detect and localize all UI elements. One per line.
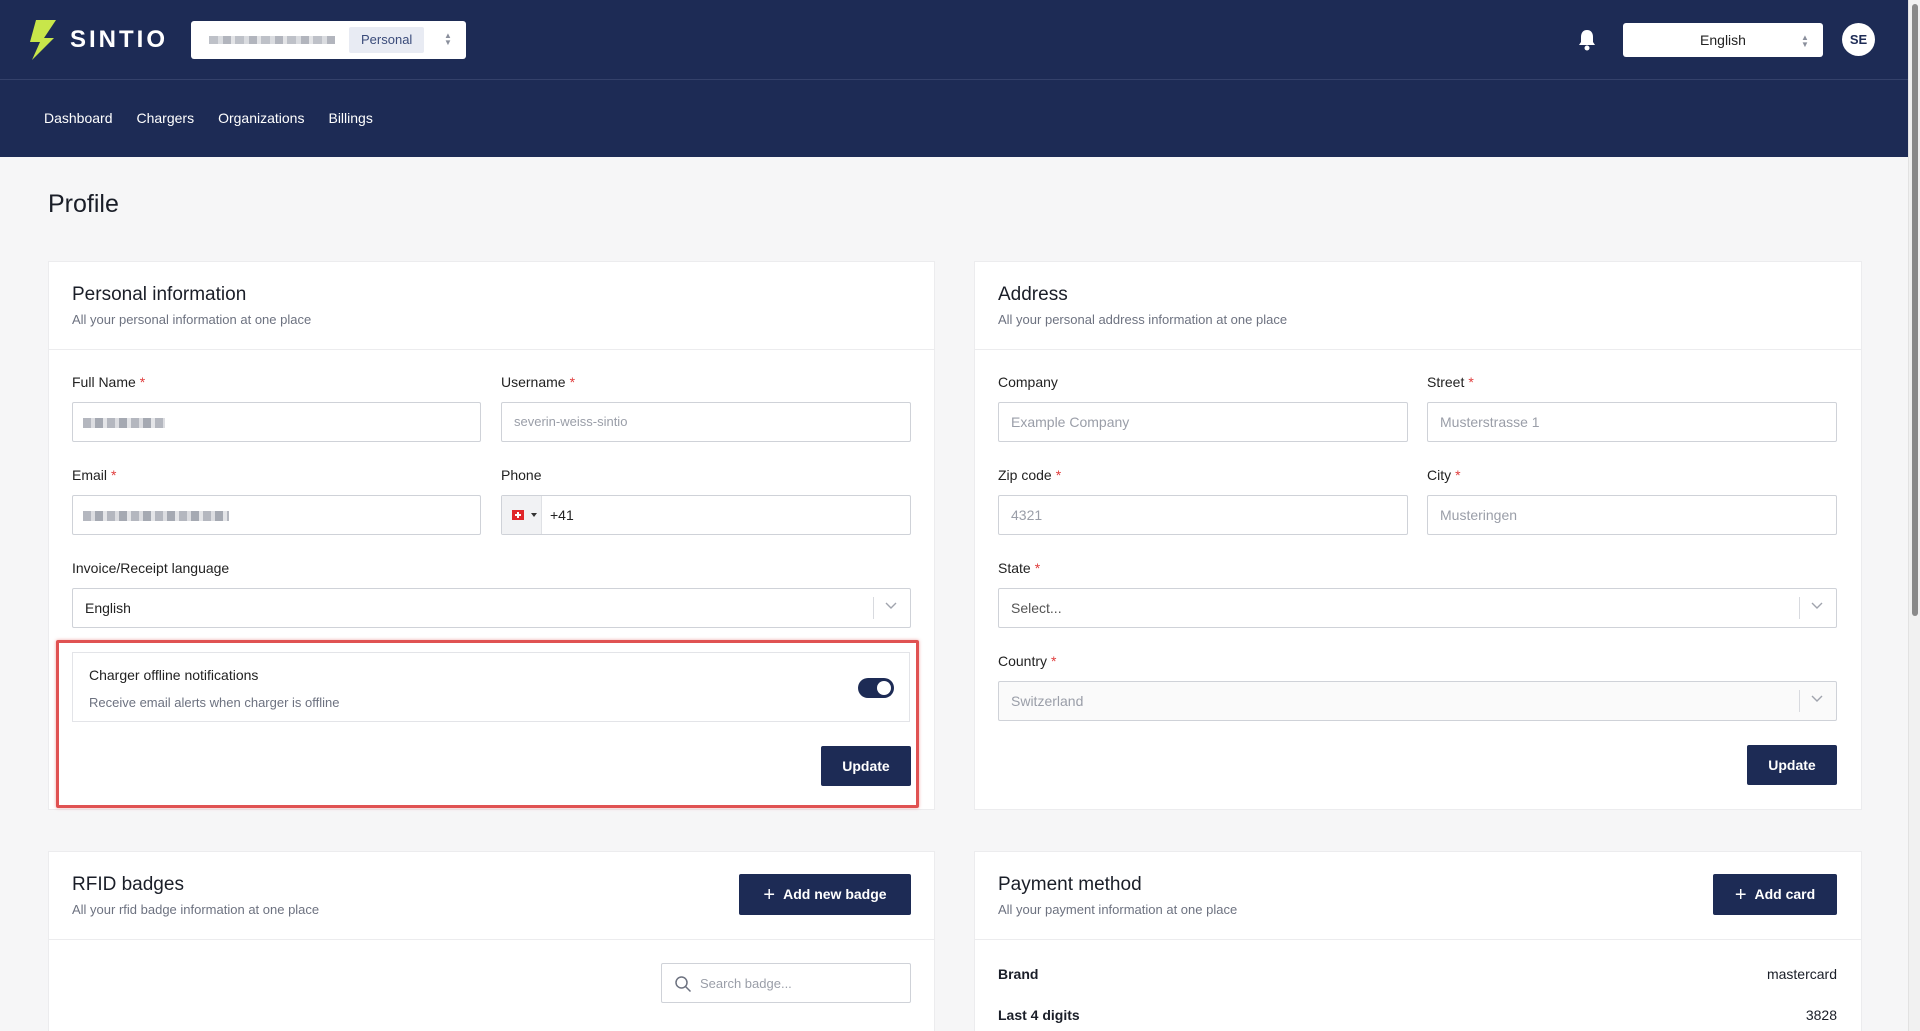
phone-value: +41	[550, 507, 574, 523]
brand-label: Brand	[998, 966, 1039, 982]
card-subtitle: All your payment information at one plac…	[998, 902, 1238, 917]
card-title: Personal information	[72, 284, 247, 305]
plus-icon: +	[1734, 884, 1747, 906]
country-select[interactable]: Switzerland	[998, 681, 1837, 721]
street-label: Street *	[1427, 374, 1474, 390]
country-label: Country *	[998, 653, 1057, 669]
last4-value: 3828	[1805, 1007, 1837, 1023]
add-card-label: Add card	[1754, 886, 1816, 902]
card-title: Address	[998, 284, 1068, 305]
plus-icon: +	[763, 884, 776, 906]
card-subtitle: All your rfid badge information at one p…	[72, 902, 320, 917]
scrollbar-thumb[interactable]	[1912, 4, 1918, 616]
avatar[interactable]: SE	[1842, 23, 1875, 56]
caret-down-icon	[531, 513, 537, 517]
username-field[interactable]: severin-weiss-sintio	[501, 402, 911, 442]
chevron-down-icon	[1811, 695, 1823, 702]
updown-caret-icon: ▲ ▼	[444, 31, 452, 47]
address-card: Address All your personal address inform…	[974, 261, 1862, 810]
card-header: Address All your personal address inform…	[975, 262, 1861, 350]
nav-billings[interactable]: Billings	[328, 110, 372, 126]
company-label: Company	[998, 374, 1058, 390]
language-select[interactable]: English ▲ ▼	[1623, 23, 1823, 57]
logo[interactable]: SINTIO	[30, 20, 168, 60]
bell-icon[interactable]	[1576, 28, 1598, 52]
search-placeholder: Search badge...	[700, 976, 792, 991]
nav-dashboard[interactable]: Dashboard	[44, 110, 113, 126]
organization-name-redacted	[209, 36, 335, 44]
username-label: Username *	[501, 374, 576, 390]
company-field[interactable]: Example Company	[998, 402, 1408, 442]
chevron-down-icon	[885, 602, 897, 609]
scrollbar[interactable]	[1908, 0, 1920, 1031]
nav-organizations[interactable]: Organizations	[218, 110, 304, 126]
full-name-field[interactable]	[72, 402, 481, 442]
add-card-button[interactable]: + Add card	[1713, 874, 1837, 915]
select-separator	[873, 597, 874, 619]
select-separator	[1799, 690, 1800, 712]
state-select[interactable]: Select...	[998, 588, 1837, 628]
zip-field[interactable]: 4321	[998, 495, 1408, 535]
add-badge-label: Add new badge	[783, 886, 887, 902]
page-title: Profile	[48, 190, 119, 218]
badge-search-input[interactable]: Search badge...	[661, 963, 911, 1003]
email-redacted	[83, 511, 229, 521]
updown-caret-icon: ▲ ▼	[1801, 33, 1809, 49]
full-name-redacted	[83, 418, 165, 428]
top-bar: SINTIO Personal ▲ ▼ English ▲ ▼ SE	[0, 0, 1908, 80]
main-nav: Dashboard Chargers Organizations Billing…	[0, 80, 1908, 157]
chevron-down-icon	[1811, 602, 1823, 609]
card-subtitle: All your personal address information at…	[998, 312, 1288, 327]
invoice-language-label: Invoice/Receipt language	[72, 560, 230, 576]
card-title: Payment method	[998, 874, 1142, 895]
address-update-button[interactable]: Update	[1747, 745, 1837, 785]
country-value: Switzerland	[1011, 693, 1084, 709]
search-icon	[675, 976, 692, 993]
card-title: RFID badges	[72, 874, 184, 895]
organization-select[interactable]: Personal ▲ ▼	[191, 21, 466, 59]
state-label: State *	[998, 560, 1041, 576]
card-header: Personal information All your personal i…	[49, 262, 934, 350]
add-badge-button[interactable]: + Add new badge	[739, 874, 911, 915]
nav-chargers[interactable]: Chargers	[137, 110, 195, 126]
swiss-flag-icon	[512, 510, 524, 520]
select-separator	[1799, 597, 1800, 619]
city-label: City *	[1427, 467, 1461, 483]
email-field[interactable]	[72, 495, 481, 535]
language-value: English	[1700, 32, 1746, 48]
zip-label: Zip code *	[998, 467, 1062, 483]
sintio-logo-icon	[30, 20, 56, 60]
invoice-language-value: English	[85, 600, 131, 616]
last4-label: Last 4 digits	[998, 1007, 1080, 1023]
street-field[interactable]: Musterstrasse 1	[1427, 402, 1837, 442]
country-code-select[interactable]	[502, 496, 542, 534]
phone-field[interactable]: +41	[501, 495, 911, 535]
card-subtitle: All your personal information at one pla…	[72, 312, 312, 327]
city-field[interactable]: Musteringen	[1427, 495, 1837, 535]
phone-label: Phone	[501, 467, 542, 483]
highlight-box	[56, 640, 919, 808]
email-label: Email *	[72, 467, 117, 483]
organization-type-chip: Personal	[349, 27, 425, 53]
logo-text: SINTIO	[70, 26, 169, 53]
full-name-label: Full Name *	[72, 374, 146, 390]
state-value: Select...	[1011, 600, 1062, 616]
invoice-language-select[interactable]: English	[72, 588, 911, 628]
brand-value: mastercard	[1766, 966, 1837, 982]
